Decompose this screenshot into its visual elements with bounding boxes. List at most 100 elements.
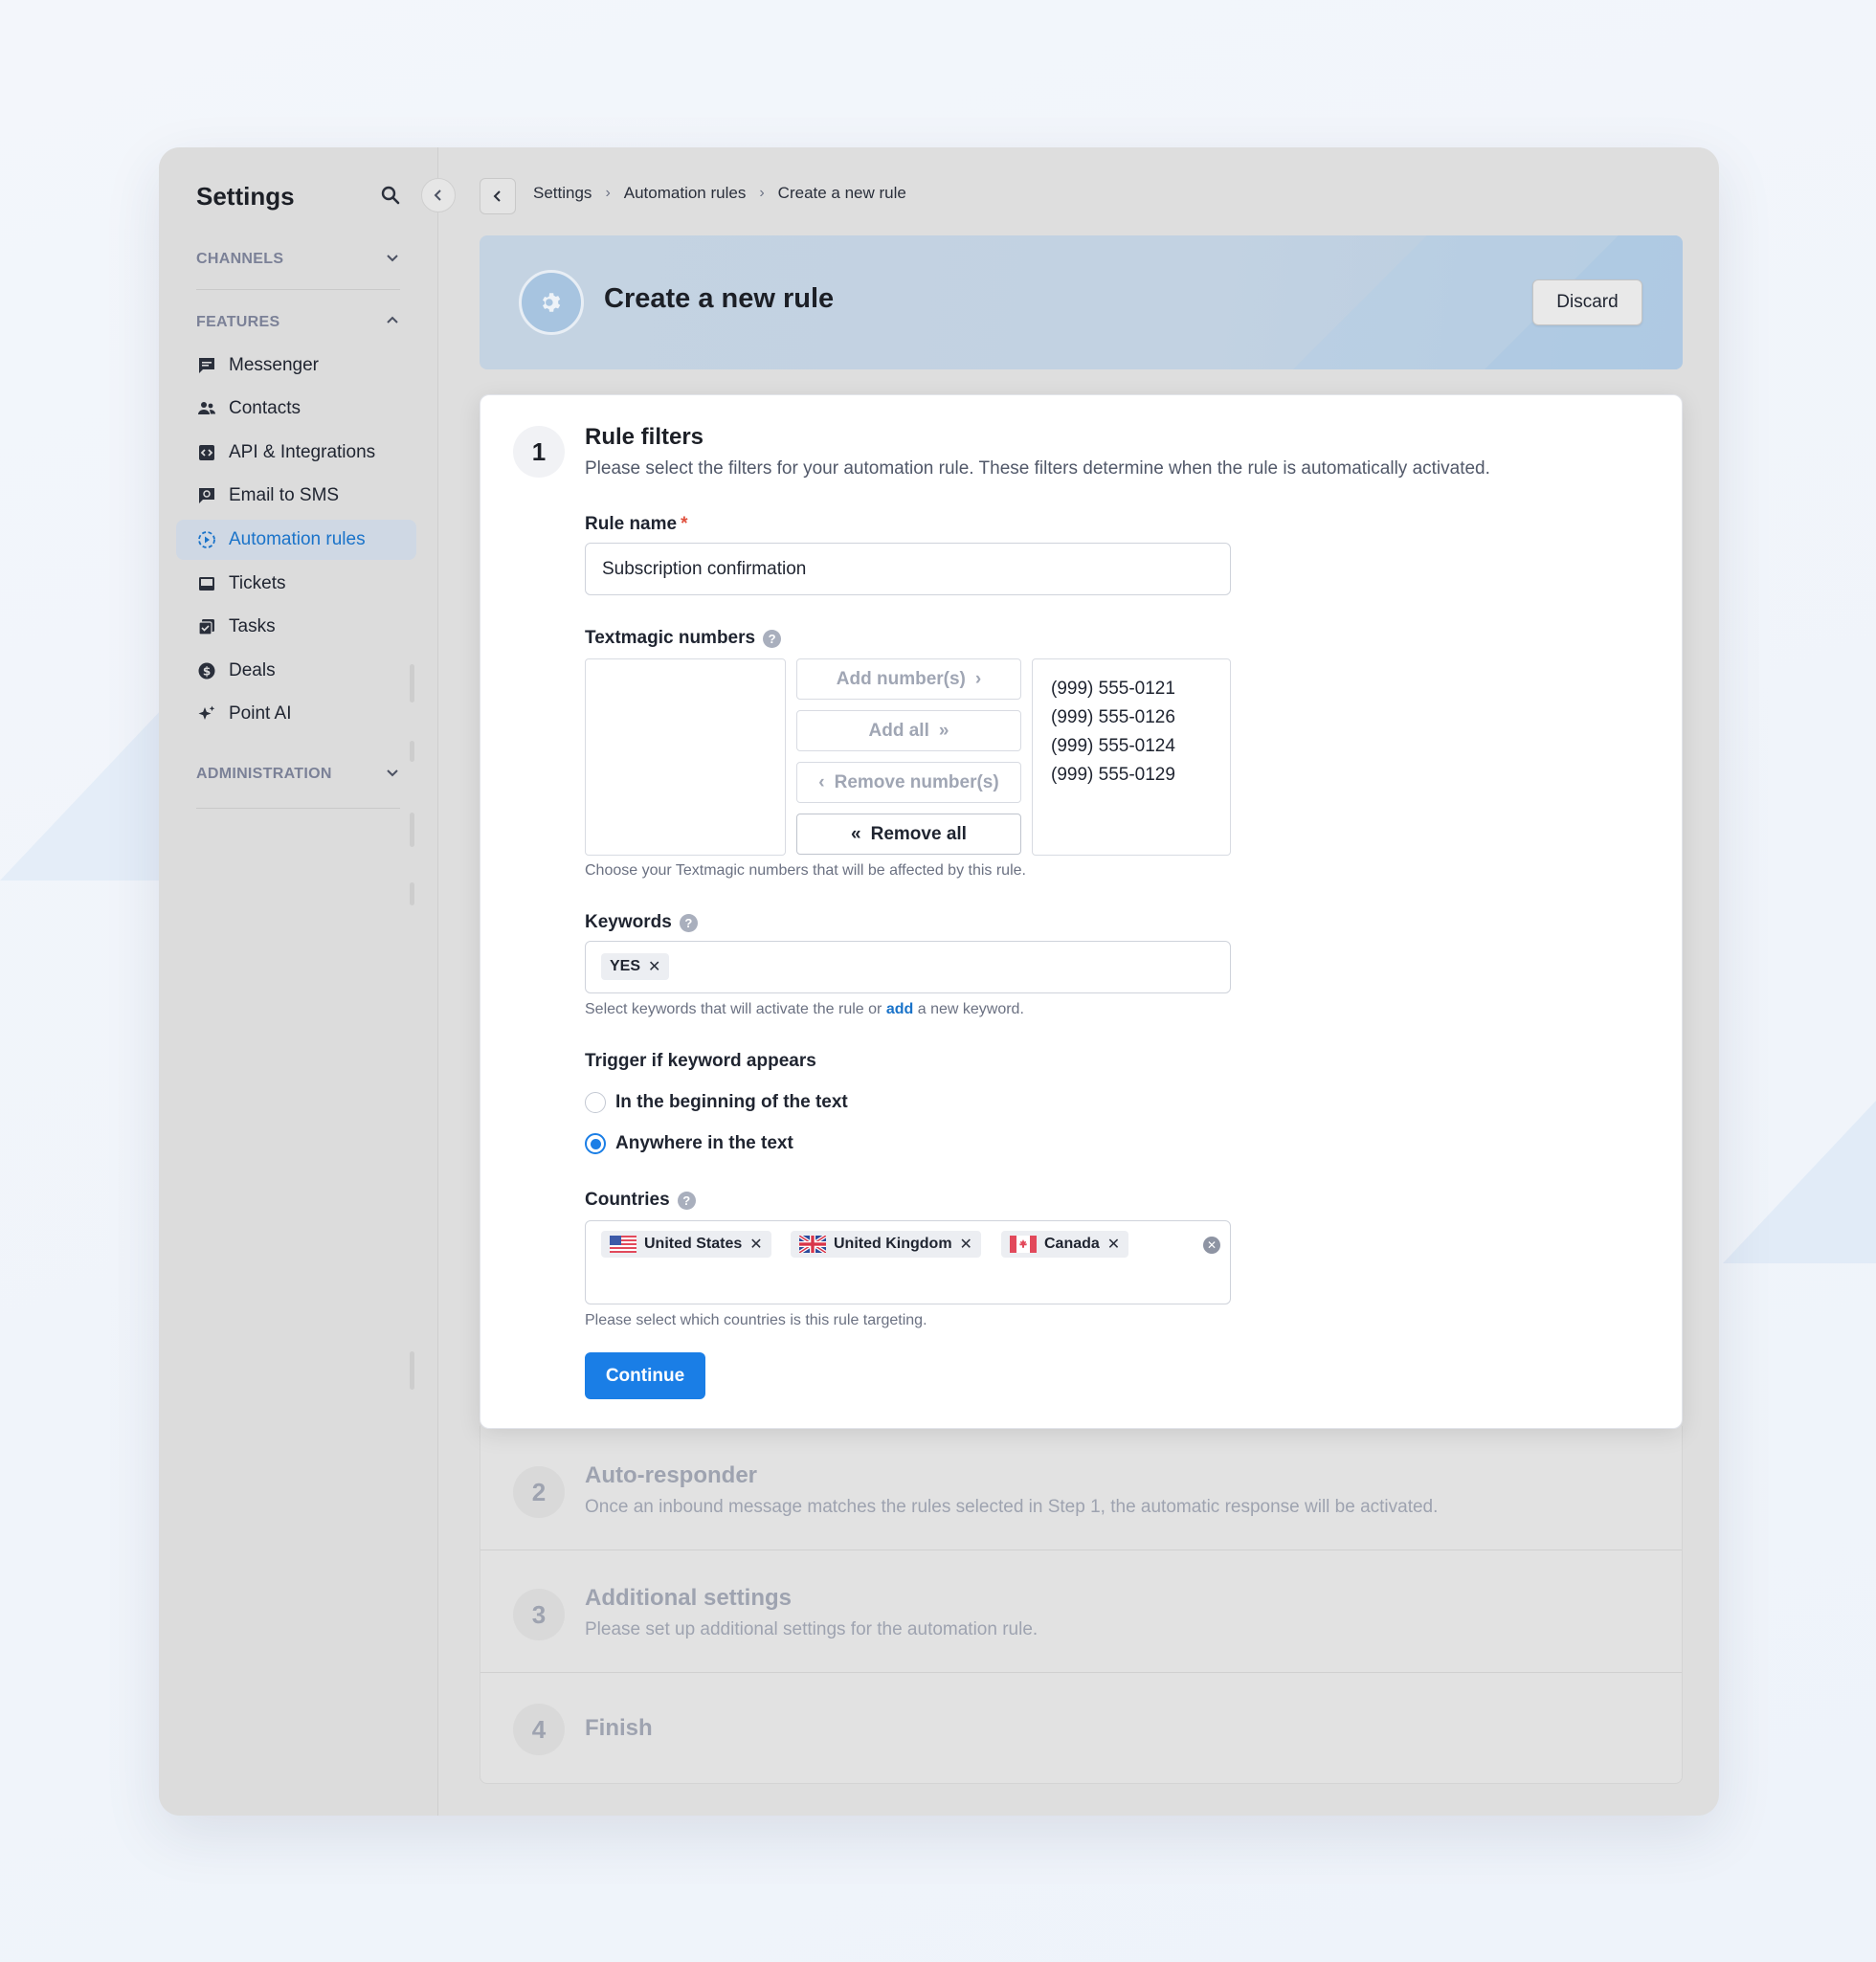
gear-icon bbox=[519, 270, 584, 335]
sidebar-item-tickets[interactable]: Tickets bbox=[176, 564, 416, 604]
step-description: Once an inbound message matches the rule… bbox=[585, 1497, 1439, 1517]
background-shape bbox=[0, 708, 163, 881]
back-button[interactable] bbox=[480, 178, 516, 214]
list-item[interactable]: (999) 555-0129 bbox=[1051, 761, 1230, 790]
sparkle-icon bbox=[196, 703, 217, 725]
sidebar-item-tasks[interactable]: Tasks bbox=[176, 607, 416, 647]
section-label: FEATURES bbox=[196, 314, 280, 330]
step-number: 2 bbox=[513, 1466, 565, 1518]
continue-button[interactable]: Continue bbox=[585, 1352, 705, 1399]
canada-flag-icon bbox=[1010, 1236, 1037, 1253]
background-shape bbox=[1723, 1101, 1876, 1263]
numbers-hint: Choose your Textmagic numbers that will … bbox=[585, 862, 1026, 879]
step-number: 1 bbox=[513, 426, 565, 478]
radio-beginning-of-text[interactable]: In the beginning of the text bbox=[585, 1092, 848, 1113]
chevron-left-icon bbox=[493, 190, 501, 202]
help-icon[interactable]: ? bbox=[677, 1191, 696, 1210]
radio-button[interactable] bbox=[585, 1133, 606, 1154]
sidebar-item-contacts[interactable]: Contacts bbox=[176, 389, 416, 429]
chip-label: United Kingdom bbox=[834, 1236, 952, 1252]
chevron-up-icon bbox=[385, 313, 400, 333]
discard-button[interactable]: Discard bbox=[1532, 279, 1642, 325]
close-icon[interactable]: ✕ bbox=[648, 957, 660, 976]
label-text: Countries bbox=[585, 1190, 670, 1210]
step-title: Auto-responder bbox=[585, 1462, 757, 1488]
page-title: Create a new rule bbox=[604, 283, 835, 314]
scrollbar[interactable] bbox=[410, 813, 414, 847]
section-administration[interactable]: ADMINISTRATION bbox=[196, 758, 400, 791]
step-description: Please select the filters for your autom… bbox=[585, 458, 1490, 479]
step-title: Additional settings bbox=[585, 1585, 792, 1611]
breadcrumb-current: Create a new rule bbox=[777, 184, 906, 202]
label-text: Keywords bbox=[585, 912, 672, 932]
required-marker: * bbox=[681, 514, 688, 534]
countries-input[interactable]: United States ✕ United Kingdom ✕ Canada … bbox=[585, 1220, 1231, 1304]
clear-all-icon[interactable]: ✕ bbox=[1203, 1237, 1220, 1254]
scrollbar[interactable] bbox=[410, 741, 414, 762]
sidebar-item-email-to-sms[interactable]: Email to SMS bbox=[176, 476, 416, 516]
add-keyword-link[interactable]: add bbox=[886, 1001, 913, 1017]
button-label: Add number(s) bbox=[836, 668, 966, 689]
code-icon bbox=[196, 442, 217, 463]
section-features[interactable]: FEATURES bbox=[196, 306, 400, 339]
button-label: Remove all bbox=[870, 823, 967, 844]
help-icon[interactable]: ? bbox=[763, 629, 782, 648]
add-all-button[interactable]: Add all » bbox=[796, 710, 1021, 751]
search-icon[interactable] bbox=[379, 184, 402, 207]
help-icon[interactable]: ? bbox=[679, 913, 698, 932]
sidebar-item-api-integrations[interactable]: API & Integrations bbox=[176, 433, 416, 473]
sidebar-item-messenger[interactable]: Messenger bbox=[176, 346, 416, 386]
trigger-label: Trigger if keyword appears bbox=[585, 1051, 816, 1071]
chevron-left-icon bbox=[434, 190, 441, 201]
add-numbers-button[interactable]: Add number(s) › bbox=[796, 658, 1021, 700]
selected-numbers-list[interactable]: (999) 555-0121 (999) 555-0126 (999) 555-… bbox=[1032, 658, 1231, 856]
breadcrumb-automation-rules[interactable]: Automation rules bbox=[624, 184, 747, 203]
close-icon[interactable]: ✕ bbox=[749, 1235, 762, 1254]
sidebar-item-label: API & Integrations bbox=[229, 442, 376, 462]
sidebar-item-deals[interactable]: $ Deals bbox=[176, 651, 416, 691]
remove-all-button[interactable]: « Remove all bbox=[796, 814, 1021, 855]
radio-label: In the beginning of the text bbox=[615, 1092, 848, 1112]
settings-window: Settings CHANNELS FEATURES Messenger Con… bbox=[159, 147, 1719, 1816]
close-icon[interactable]: ✕ bbox=[1107, 1235, 1120, 1254]
scrollbar[interactable] bbox=[410, 882, 414, 905]
step-rule-filters: 1 Rule filters Please select the filters… bbox=[480, 394, 1683, 1429]
uk-flag-icon bbox=[797, 1234, 828, 1255]
list-item[interactable]: (999) 555-0121 bbox=[1051, 675, 1230, 703]
sidebar-item-automation-rules[interactable]: Automation rules bbox=[176, 520, 416, 560]
collapse-sidebar-button[interactable] bbox=[421, 178, 456, 212]
scrollbar[interactable] bbox=[410, 664, 414, 702]
sidebar-item-label: Messenger bbox=[229, 355, 319, 375]
keywords-input[interactable]: YES ✕ bbox=[585, 941, 1231, 993]
sidebar-item-point-ai[interactable]: Point AI bbox=[176, 694, 416, 734]
sidebar-item-label: Deals bbox=[229, 660, 276, 680]
list-item[interactable]: (999) 555-0126 bbox=[1051, 703, 1230, 732]
inbox-icon bbox=[196, 573, 217, 594]
section-channels[interactable]: CHANNELS bbox=[196, 243, 400, 276]
step-title: Finish bbox=[585, 1715, 653, 1741]
double-chevron-left-icon: « bbox=[851, 823, 861, 844]
step-finish[interactable]: 4 Finish bbox=[480, 1673, 1683, 1784]
country-chip: United States ✕ bbox=[601, 1231, 771, 1258]
close-icon[interactable]: ✕ bbox=[960, 1235, 972, 1254]
double-chevron-right-icon: » bbox=[938, 720, 949, 741]
scrollbar[interactable] bbox=[410, 1351, 414, 1390]
step-auto-responder[interactable]: 2 Auto-responder Once an inbound message… bbox=[480, 1426, 1683, 1550]
radio-button[interactable] bbox=[585, 1092, 606, 1113]
breadcrumb-settings[interactable]: Settings bbox=[533, 184, 592, 203]
sidebar-item-label: Tasks bbox=[229, 616, 276, 636]
keywords-hint: Select keywords that will activate the r… bbox=[585, 1001, 1024, 1018]
countries-label: Countries ? bbox=[585, 1190, 696, 1211]
radio-anywhere-in-text[interactable]: Anywhere in the text bbox=[585, 1133, 793, 1154]
sidebar-item-label: Automation rules bbox=[229, 529, 366, 549]
remove-numbers-button[interactable]: ‹ Remove number(s) bbox=[796, 762, 1021, 803]
rule-name-input[interactable] bbox=[585, 543, 1231, 595]
step-description: Please set up additional settings for th… bbox=[585, 1619, 1038, 1639]
country-chip: Canada ✕ bbox=[1001, 1231, 1129, 1258]
available-numbers-list[interactable] bbox=[585, 658, 786, 856]
sidebar-item-label: Email to SMS bbox=[229, 485, 340, 505]
hint-text: Select keywords that will activate the r… bbox=[585, 1001, 882, 1017]
chip-label: Canada bbox=[1044, 1236, 1100, 1252]
step-additional-settings[interactable]: 3 Additional settings Please set up addi… bbox=[480, 1550, 1683, 1673]
list-item[interactable]: (999) 555-0124 bbox=[1051, 732, 1230, 761]
